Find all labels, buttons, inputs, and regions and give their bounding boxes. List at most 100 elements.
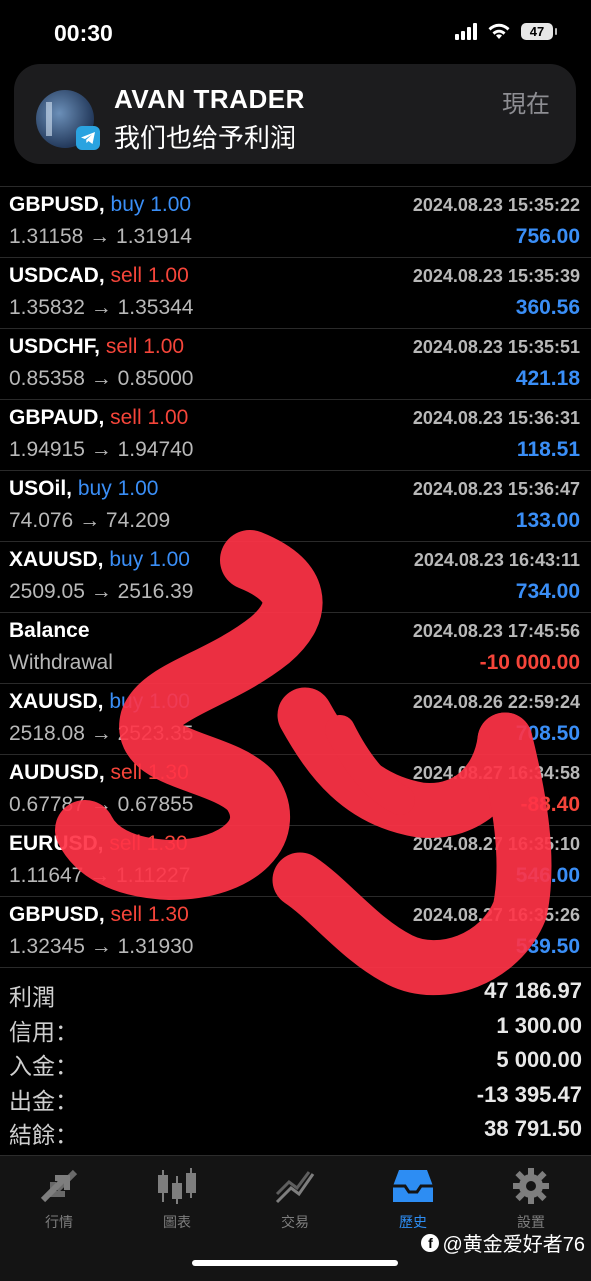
watermark-text: @黄金爱好者76 <box>442 1234 585 1256</box>
settings-gear-icon <box>513 1168 549 1204</box>
trade-side: sell <box>110 264 143 287</box>
trade-profit: 539.50 <box>515 935 580 958</box>
trade-symbol: USOil, buy 1.00 <box>9 477 159 500</box>
trade-symbol: EURUSD, sell 1.30 <box>9 832 188 855</box>
telegram-icon <box>76 126 100 150</box>
tab-label: 交易 <box>281 1214 309 1230</box>
trade-side: buy <box>77 477 112 500</box>
notification-message: 我们也给予利润 <box>114 123 297 153</box>
trade-date: 2024.08.23 15:35:22 <box>412 195 580 215</box>
trade-side: buy <box>109 548 144 571</box>
facebook-icon: f <box>421 1233 440 1252</box>
trade-symbol: XAUUSD, buy 1.00 <box>9 690 190 713</box>
trade-symbol: USDCAD, sell 1.00 <box>9 264 189 287</box>
trade-side: buy <box>110 193 145 216</box>
trade-date: 2024.08.27 16:35:10 <box>412 834 580 854</box>
trade-prices: 1.35832 → 1.35344 <box>9 296 194 319</box>
trade-symbol: GBPUSD, sell 1.30 <box>9 903 189 926</box>
tab-settings[interactable]: 設置 <box>472 1166 590 1232</box>
trade-prices: 1.11647 → 1.11227 <box>9 864 191 887</box>
home-indicator[interactable] <box>192 1260 398 1266</box>
trade-prices: Withdrawal <box>9 651 113 674</box>
trade-lot: 1.30 <box>146 832 188 855</box>
trade-row[interactable]: AUDUSD, sell 1.30 2024.08.27 16:34:58 0.67… <box>0 755 591 826</box>
trade-row[interactable]: GBPUSD, sell 1.30 2024.08.27 16:35:26 1.32… <box>0 897 591 968</box>
trade-lot: 1.00 <box>143 335 185 358</box>
trade-row[interactable]: EURUSD, sell 1.30 2024.08.27 16:35:10 1.11… <box>0 826 591 897</box>
trade-date: 2024.08.23 15:35:39 <box>412 266 580 286</box>
candlestick-chart-icon <box>158 1168 196 1204</box>
trade-lot: 1.00 <box>149 548 190 571</box>
push-notification[interactable]: AVAN TRADER 我们也给予利润 現在 <box>14 64 576 164</box>
history-inbox-icon <box>393 1170 433 1202</box>
summary-label: 結餘： <box>9 1122 78 1148</box>
trade-profit: -88.40 <box>520 793 580 816</box>
trade-profit: -10 000.00 <box>479 651 580 674</box>
trade-date: 2024.08.23 16:43:11 <box>413 550 580 570</box>
tab-label: 圖表 <box>163 1214 191 1230</box>
trade-row[interactable]: Balance 2024.08.23 17:45:56 Withdrawal -10 … <box>0 613 591 684</box>
summary-label: 入金： <box>9 1053 78 1079</box>
trade-row[interactable]: USDCAD, sell 1.00 2024.08.23 15:35:39 1.35… <box>0 258 591 329</box>
trade-side: buy <box>109 690 144 713</box>
summary-value: 47 186.97 <box>484 978 582 1003</box>
tab-trade[interactable]: 交易 <box>236 1166 354 1232</box>
trade-lot: 1.00 <box>149 690 190 713</box>
trade-lot: 1.00 <box>150 193 192 216</box>
summary-value: 5 000.00 <box>496 1047 582 1072</box>
trade-side: sell <box>110 406 142 429</box>
trade-date: 2024.08.23 17:45:56 <box>412 621 580 641</box>
wifi-icon <box>488 23 510 39</box>
status-bar: 00:30 47 <box>0 0 591 64</box>
summary-value: -13 395.47 <box>476 1081 582 1107</box>
trade-row[interactable]: XAUUSD, buy 1.00 2024.08.23 16:43:11 2509.… <box>0 542 591 613</box>
trade-prices: 2509.05 → 2516.39 <box>9 580 194 603</box>
trade-date: 2024.08.23 15:35:51 <box>412 337 580 357</box>
notification-time: 現在 <box>502 91 550 118</box>
summary-row: 入金： 5 000.00 <box>0 1045 591 1080</box>
trade-date: 2024.08.27 16:34:58 <box>412 763 580 783</box>
trade-profit: 546.00 <box>515 864 580 887</box>
summary-value: 1 300.00 <box>496 1012 582 1038</box>
status-time: 00:30 <box>54 20 113 46</box>
trade-history-list: GBPUSD, buy 1.00 2024.08.23 15:35:22 1.311… <box>0 116 591 968</box>
trade-side: sell <box>105 335 138 358</box>
tab-charts[interactable]: 圖表 <box>118 1166 236 1232</box>
summary-label: 利潤 <box>9 984 55 1010</box>
trade-date: 2024.08.27 16:35:26 <box>412 905 580 925</box>
trade-row[interactable]: USOil, buy 1.00 2024.08.23 15:36:47 74.076… <box>0 471 591 542</box>
tab-label: 行情 <box>45 1214 73 1230</box>
trade-profit: 734.00 <box>515 580 580 603</box>
trade-date: 2024.08.23 15:36:47 <box>412 479 580 499</box>
trade-profit: 756.00 <box>515 225 580 248</box>
trade-prices: 1.31158 → 1.31914 <box>9 225 192 248</box>
summary-label: 信用： <box>9 1018 78 1045</box>
trade-symbol: Balance <box>9 619 90 642</box>
trade-symbol: GBPAUD, sell 1.00 <box>9 406 189 429</box>
trade-prices: 0.67787 → 0.67855 <box>9 793 194 816</box>
trade-row[interactable]: GBPUSD, buy 1.00 2024.08.23 15:35:22 1.311… <box>0 187 591 258</box>
tab-quotes[interactable]: 行情 <box>0 1166 118 1232</box>
trade-trend-icon <box>275 1171 315 1204</box>
summary-row: 信用： 1 300.00 <box>0 1011 591 1046</box>
trade-symbol: USDCHF, sell 1.00 <box>9 335 185 358</box>
trade-row[interactable]: USDCHF, sell 1.00 2024.08.23 15:35:51 0.85… <box>0 329 591 400</box>
trade-lot: 1.00 <box>147 264 189 287</box>
trade-side: sell <box>110 761 143 784</box>
trade-profit: 133.00 <box>515 509 580 532</box>
trade-prices: 2518.08 → 2523.35 <box>9 722 194 745</box>
trade-symbol: XAUUSD, buy 1.00 <box>9 548 190 571</box>
trade-side: sell <box>109 832 141 855</box>
trade-profit: 421.18 <box>515 367 580 390</box>
trade-row[interactable]: XAUUSD, buy 1.00 2024.08.26 22:59:24 2518.… <box>0 684 591 755</box>
trade-row[interactable]: GBPAUD, sell 1.00 2024.08.23 15:36:31 1.94… <box>0 400 591 471</box>
trade-profit: 118.51 <box>516 438 580 461</box>
watermark: f @黄金爱好者76 <box>421 1228 585 1257</box>
trade-lot: 1.00 <box>117 477 159 500</box>
cellular-signal-icon <box>455 22 477 40</box>
trade-profit: 708.50 <box>515 722 580 745</box>
tab-history[interactable]: 歷史 <box>354 1166 472 1232</box>
trade-lot: 1.00 <box>147 406 189 429</box>
trade-prices: 74.076 → 74.209 <box>9 509 171 532</box>
trade-symbol: GBPUSD, buy 1.00 <box>9 193 192 216</box>
